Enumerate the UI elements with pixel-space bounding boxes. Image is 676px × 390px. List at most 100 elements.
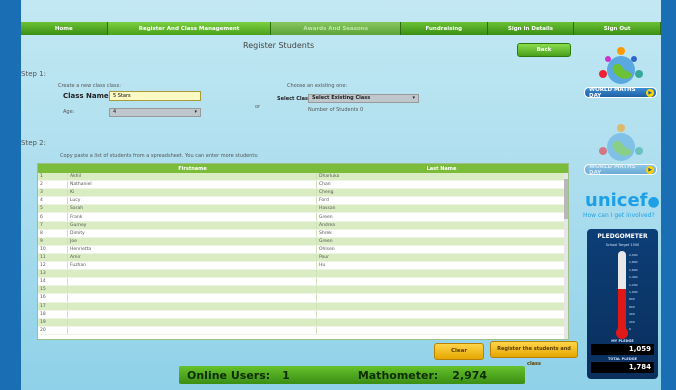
table-row[interactable]: 7 Gurney Andrea xyxy=(38,221,568,230)
class-name-input[interactable]: 5 Stars xyxy=(109,91,201,101)
cell-last[interactable] xyxy=(317,310,566,318)
cell-num[interactable]: 14 xyxy=(38,278,68,286)
cell-num[interactable]: 9 xyxy=(38,237,68,245)
cell-last[interactable]: Hassan xyxy=(317,205,566,213)
cell-last[interactable]: Dharluka xyxy=(317,173,566,181)
cell-num[interactable]: 6 xyxy=(38,213,68,221)
cell-num[interactable]: 20 xyxy=(38,326,68,334)
cell-num[interactable]: 5 xyxy=(38,205,68,213)
cell-num[interactable]: 1 xyxy=(38,173,68,181)
cell-num[interactable]: 18 xyxy=(38,310,68,318)
cell-num[interactable]: 10 xyxy=(38,245,68,253)
cell-first[interactable]: Fuzhan xyxy=(68,262,317,270)
table-row[interactable]: 5 Sarah Hassan xyxy=(38,205,568,214)
cell-first[interactable]: Nathaniel xyxy=(68,181,317,189)
cell-first[interactable] xyxy=(68,286,317,294)
nav-tab-0[interactable]: Home xyxy=(21,22,108,35)
table-row[interactable]: 20 xyxy=(38,326,568,335)
cell-last[interactable] xyxy=(317,302,566,310)
cell-first[interactable] xyxy=(68,310,317,318)
cell-num[interactable]: 12 xyxy=(38,262,68,270)
table-row[interactable]: 10 Henrietta Ohlsen xyxy=(38,245,568,254)
cell-first[interactable]: Akhil xyxy=(68,173,317,181)
age-select[interactable]: 4 ▾ xyxy=(109,108,201,117)
cell-first[interactable]: Ki xyxy=(68,189,317,197)
world-maths-day-banner[interactable]: WORLD MATHS DAY ▶ xyxy=(584,86,657,99)
unicef-logo[interactable]: unicef● xyxy=(585,190,660,211)
cell-first[interactable]: Henrietta xyxy=(68,245,317,253)
cell-num[interactable]: 8 xyxy=(38,229,68,237)
unicef-involved-link[interactable]: How can I get involved? xyxy=(583,212,655,219)
cell-num[interactable]: 2 xyxy=(38,181,68,189)
cell-num[interactable]: 13 xyxy=(38,270,68,278)
cell-last[interactable]: Ford xyxy=(317,197,566,205)
cell-last[interactable]: Green xyxy=(317,237,566,245)
wmd-label: WORLD MATHS DAY xyxy=(589,86,636,99)
cell-first[interactable]: Gurney xyxy=(68,221,317,229)
cell-first[interactable] xyxy=(68,326,317,334)
cell-first[interactable] xyxy=(68,278,317,286)
table-row[interactable]: 17 xyxy=(38,302,568,311)
table-row[interactable]: 4 Lucy Ford xyxy=(38,197,568,206)
cell-last[interactable]: Hu xyxy=(317,262,566,270)
cell-first[interactable] xyxy=(68,302,317,310)
cell-first[interactable]: Joe xyxy=(68,237,317,245)
back-button[interactable]: Back xyxy=(517,43,571,57)
cell-num[interactable]: 4 xyxy=(38,197,68,205)
cell-first[interactable] xyxy=(68,318,317,326)
table-row[interactable]: 2 Nathaniel Chan xyxy=(38,181,568,190)
students-grid[interactable]: Firstname Last Name 1 Akhil Dharluka 2 Natha… xyxy=(37,163,569,340)
table-row[interactable]: 12 Fuzhan Hu xyxy=(38,262,568,271)
cell-last[interactable] xyxy=(317,270,566,278)
cell-last[interactable]: Chan xyxy=(317,181,566,189)
cell-last[interactable]: Cheng xyxy=(317,189,566,197)
cell-last[interactable]: Pour xyxy=(317,253,566,262)
cell-num[interactable]: 17 xyxy=(38,302,68,310)
cell-last[interactable] xyxy=(317,286,566,294)
table-row[interactable]: 8 Dimity Shrek xyxy=(38,229,568,238)
cell-last[interactable]: Shrek xyxy=(317,229,566,237)
table-row[interactable]: 9 Joe Green xyxy=(38,237,568,246)
table-row[interactable]: 11 Amir Pour xyxy=(38,253,568,263)
cell-num[interactable]: 11 xyxy=(38,253,68,262)
nav-tab-3[interactable]: Fundraising xyxy=(400,22,488,35)
cell-num[interactable]: 16 xyxy=(38,294,68,302)
table-row[interactable]: 18 xyxy=(38,310,568,319)
clear-button[interactable]: Clear xyxy=(434,343,484,360)
cell-num[interactable]: 19 xyxy=(38,318,68,326)
table-row[interactable]: 3 Ki Cheng xyxy=(38,189,568,198)
world-maths-day-banner-faded[interactable]: WORLD MATHS DAY ▶ xyxy=(584,164,657,176)
table-row[interactable]: 15 xyxy=(38,286,568,295)
cell-first[interactable]: Dimity xyxy=(68,229,317,237)
table-row[interactable]: 19 xyxy=(38,318,568,327)
cell-last[interactable]: Ohlsen xyxy=(317,245,566,253)
nav-tab-1[interactable]: Register And Class Management xyxy=(107,22,272,35)
table-row[interactable]: 6 Frank Green xyxy=(38,213,568,222)
cell-first[interactable]: Frank xyxy=(68,213,317,221)
nav-tab-5[interactable]: Sign Out xyxy=(574,22,661,35)
nav-tab-2[interactable]: Awards And Seasons xyxy=(271,22,401,35)
cell-num[interactable]: 3 xyxy=(38,189,68,197)
cell-num[interactable]: 7 xyxy=(38,221,68,229)
cell-last[interactable] xyxy=(317,318,566,326)
cell-last[interactable]: Green xyxy=(317,213,566,221)
table-row[interactable]: 16 xyxy=(38,294,568,303)
cell-last[interactable] xyxy=(317,326,566,334)
cell-last[interactable]: Andrea xyxy=(317,221,566,229)
cell-first[interactable]: Sarah xyxy=(68,205,317,213)
cell-last[interactable] xyxy=(317,278,566,286)
cell-last[interactable] xyxy=(317,294,566,302)
cell-first[interactable] xyxy=(68,270,317,278)
table-row[interactable]: 13 xyxy=(38,270,568,279)
existing-class-select[interactable]: Select Existing Class ▾ xyxy=(308,94,419,103)
table-row[interactable]: 14 xyxy=(38,278,568,287)
table-row[interactable]: 1 Akhil Dharluka xyxy=(38,173,568,182)
cell-first[interactable]: Lucy xyxy=(68,197,317,205)
cell-num[interactable]: 15 xyxy=(38,286,68,294)
scrollbar-thumb[interactable] xyxy=(564,179,568,219)
cell-first[interactable]: Amir xyxy=(68,253,317,262)
cell-first[interactable] xyxy=(68,294,317,302)
nav-tab-4[interactable]: Sign In Details xyxy=(487,22,575,35)
grid-scrollbar[interactable] xyxy=(564,173,568,339)
register-button[interactable]: Register the students and class xyxy=(490,341,578,367)
